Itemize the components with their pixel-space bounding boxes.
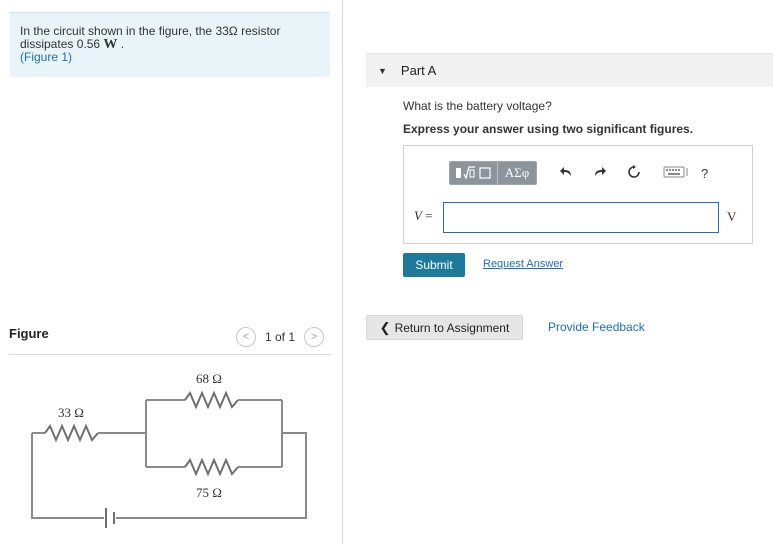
label-68-ohm: 68 Ω xyxy=(196,371,222,386)
reset-icon[interactable] xyxy=(627,164,641,182)
symbols-label: ΑΣφ xyxy=(504,165,530,180)
templates-button[interactable] xyxy=(450,162,498,184)
return-to-assignment-button[interactable]: ❮ Return to Assignment xyxy=(366,315,523,340)
circuit-diagram: 33 Ω 68 Ω 75 Ω xyxy=(31,371,307,528)
problem-statement: In the circuit shown in the figure, the … xyxy=(10,12,330,77)
chevron-left-icon: ❮ xyxy=(379,319,391,335)
resistor-75 xyxy=(184,457,239,477)
problem-text-cont: resistor xyxy=(237,24,281,38)
figure-title: Figure xyxy=(9,326,49,341)
problem-text-line2: dissipates 0.56 xyxy=(20,37,104,51)
variable-label: V = xyxy=(414,208,433,224)
figure-separator xyxy=(9,354,331,355)
chevron-right-icon: > xyxy=(310,331,318,343)
part-label: Part A xyxy=(400,63,437,78)
provide-feedback-link[interactable]: Provide Feedback xyxy=(548,320,645,334)
toolbar-button-group: ΑΣφ xyxy=(449,161,537,185)
battery-icon xyxy=(105,508,115,528)
return-label: Return to Assignment xyxy=(394,320,510,335)
unit-label: V xyxy=(727,209,737,224)
prev-figure-button[interactable]: < xyxy=(236,327,256,347)
label-75-ohm: 75 Ω xyxy=(196,485,222,500)
resistor-33 xyxy=(44,423,99,443)
math-toolbar: ΑΣφ ? xyxy=(449,161,708,185)
question-text: What is the battery voltage? xyxy=(403,99,552,113)
equals-sign: = xyxy=(421,208,433,223)
part-a-header[interactable]: ▼ Part A xyxy=(366,53,773,87)
answer-container: ΑΣφ ? V = V xyxy=(403,145,753,244)
instruction-text: Express your answer using two significan… xyxy=(403,122,694,136)
symbols-button[interactable]: ΑΣφ xyxy=(498,162,536,184)
resistor-68 xyxy=(184,390,239,410)
templates-icon xyxy=(455,166,491,180)
figure-link[interactable]: (Figure 1) xyxy=(20,50,72,64)
next-figure-button[interactable]: > xyxy=(304,327,325,347)
redo-icon[interactable] xyxy=(593,165,607,181)
help-button[interactable]: ? xyxy=(701,166,708,181)
omega-symbol: Ω xyxy=(228,24,238,38)
collapse-triangle-icon[interactable]: ▼ xyxy=(378,66,387,76)
wire-right-bottom xyxy=(116,432,307,519)
wire-left-bottom xyxy=(31,433,104,519)
undo-icon[interactable] xyxy=(559,165,573,181)
panel-divider xyxy=(342,0,343,544)
keyboard-icon[interactable] xyxy=(663,166,689,181)
problem-text: In the circuit shown in the figure, the … xyxy=(20,24,229,38)
submit-button[interactable]: Submit xyxy=(403,253,465,277)
label-33-ohm: 33 Ω xyxy=(58,405,84,420)
variable-symbol: V xyxy=(414,208,422,223)
answer-input[interactable] xyxy=(443,202,719,233)
watt-unit: W xyxy=(103,37,118,52)
request-answer-link[interactable]: Request Answer xyxy=(483,258,563,270)
page-indicator: 1 of 1 xyxy=(265,330,296,344)
period: . xyxy=(117,37,125,51)
chevron-left-icon: < xyxy=(242,331,250,343)
left-panel: In the circuit shown in the figure, the … xyxy=(0,0,342,544)
figure-pager: < 1 of 1 > xyxy=(236,327,325,347)
